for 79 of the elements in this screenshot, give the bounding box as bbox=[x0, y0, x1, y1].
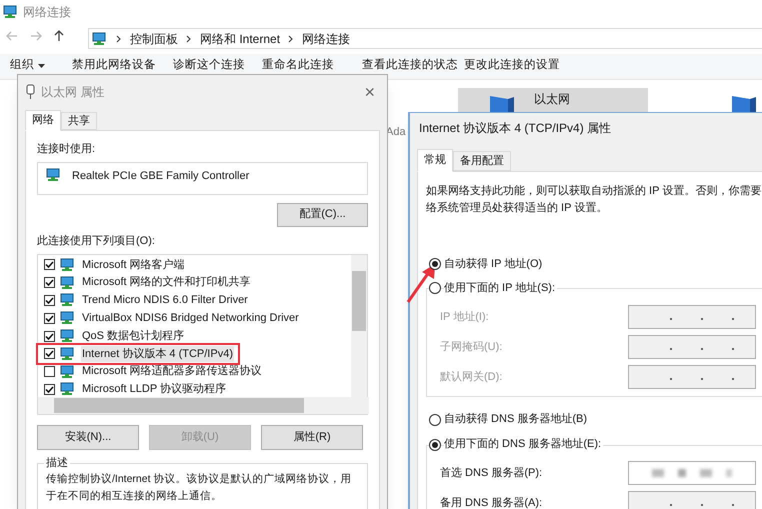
protocol-icon bbox=[60, 311, 76, 326]
chevron-icon bbox=[186, 34, 192, 42]
tab[interactable]: 常规 bbox=[417, 149, 453, 172]
protocol-icon bbox=[60, 276, 76, 290]
list-item[interactable]: QoS 数据包计划程序 bbox=[81, 328, 186, 344]
checkbox[interactable] bbox=[44, 384, 55, 395]
dialog-button[interactable]: 属性(R) bbox=[261, 425, 363, 450]
intro-text: 如果网络支持此功能，则可以获取自动指派的 IP 设置。否则，你需要 bbox=[426, 184, 762, 199]
toolbar-button[interactable]: 更改此连接的设置 bbox=[464, 57, 560, 74]
radio-button[interactable] bbox=[429, 258, 441, 270]
intro-text: 络系统管理员处获得适当的 IP 设置。 bbox=[426, 200, 608, 216]
radio-button[interactable] bbox=[429, 438, 441, 450]
list-item[interactable]: Microsoft 网络客户端 bbox=[81, 256, 186, 274]
checkbox[interactable] bbox=[44, 294, 55, 306]
checkbox[interactable] bbox=[44, 330, 55, 342]
checkbox[interactable] bbox=[44, 312, 55, 324]
close-button[interactable]: × bbox=[364, 83, 375, 101]
dialog-title: 以太网 属性 bbox=[41, 84, 104, 101]
radio-label[interactable]: 自动获得 IP 地址(O) bbox=[444, 256, 544, 272]
field-label: 子网掩码(U): bbox=[440, 340, 502, 355]
chevron-icon bbox=[116, 34, 122, 42]
caret-icon bbox=[38, 64, 45, 68]
tab[interactable]: 网络 bbox=[25, 110, 61, 131]
ip-field[interactable] bbox=[628, 365, 756, 389]
list-item[interactable]: Microsoft LLDP 协议驱动程序 bbox=[81, 381, 228, 398]
list-item[interactable]: Microsoft 网络适配器多路传送器协议 bbox=[81, 363, 263, 380]
checkbox[interactable] bbox=[44, 348, 55, 360]
list-item[interactable]: Internet 协议版本 4 (TCP/IPv4) bbox=[81, 346, 234, 362]
radio-button[interactable] bbox=[429, 282, 441, 294]
network-card-icon bbox=[46, 168, 62, 182]
list-item[interactable]: Trend Micro NDIS 6.0 Filter Driver bbox=[81, 292, 249, 309]
ip-field[interactable] bbox=[628, 335, 756, 359]
field-label: 备用 DNS 服务器(A): bbox=[440, 496, 542, 509]
toolbar-button[interactable]: 查看此连接的状态 bbox=[362, 57, 458, 74]
window-title: 网络连接 bbox=[23, 4, 71, 21]
tab[interactable]: 共享 bbox=[61, 112, 97, 130]
protocol-icon bbox=[60, 364, 76, 379]
checkbox[interactable] bbox=[44, 366, 55, 378]
field-label: 默认网关(D): bbox=[440, 370, 502, 385]
dns-field[interactable] bbox=[628, 461, 756, 485]
protocol-icon bbox=[60, 329, 76, 344]
toolbar-button[interactable]: 禁用此网络设备 bbox=[72, 57, 156, 74]
field-label: IP 地址(I): bbox=[440, 310, 489, 325]
network-folder-icon bbox=[3, 5, 19, 19]
ip-field[interactable] bbox=[628, 305, 756, 329]
radio-button[interactable] bbox=[429, 414, 441, 426]
connection-name: 以太网 bbox=[534, 91, 570, 108]
horizontal-scrollbar[interactable] bbox=[38, 397, 369, 414]
checkbox[interactable] bbox=[44, 277, 55, 288]
protocol-icon bbox=[60, 346, 76, 361]
list-item[interactable]: Microsoft 网络的文件和打印机共享 bbox=[81, 274, 252, 291]
up-arrow-icon[interactable] bbox=[54, 30, 64, 42]
protocol-icon bbox=[60, 382, 76, 396]
breadcrumb[interactable]: 网络和 Internet bbox=[200, 30, 280, 48]
radio-label[interactable]: 使用下面的 IP 地址(S): bbox=[444, 280, 558, 296]
toolbar-button[interactable]: 组织 bbox=[10, 57, 45, 74]
toolbar-button[interactable]: 重命名此连接 bbox=[262, 57, 334, 74]
breadcrumb[interactable]: 网络连接 bbox=[302, 30, 350, 48]
toolbar-button[interactable]: 诊断这个连接 bbox=[173, 57, 245, 74]
field-label: 首选 DNS 服务器(P): bbox=[440, 466, 542, 481]
section-label: 此连接使用下列项目(O): bbox=[37, 234, 156, 248]
dialog-button[interactable]: 安装(N)... bbox=[37, 425, 139, 450]
vertical-scrollbar[interactable] bbox=[351, 255, 367, 398]
list-item[interactable]: VirtualBox NDIS6 Bridged Networking Driver bbox=[81, 310, 300, 327]
protocol-icon bbox=[60, 258, 76, 272]
adapter-name: Realtek PCIe GBE Family Controller bbox=[72, 168, 250, 184]
tab[interactable]: 备用配置 bbox=[453, 151, 511, 171]
protocol-icon bbox=[60, 293, 76, 308]
chevron-icon bbox=[288, 34, 294, 42]
description-text: 于在不同的相互连接的网络上通信。 bbox=[46, 489, 222, 504]
network-cable-icon bbox=[26, 84, 35, 100]
control-panel-icon bbox=[92, 32, 108, 46]
description-text: 传输控制协议/Internet 协议。该协议是默认的广域网络协议，用 bbox=[46, 472, 352, 487]
breadcrumb[interactable]: 控制面板 bbox=[130, 30, 178, 48]
checkbox[interactable] bbox=[44, 259, 55, 270]
section-label: 连接时使用: bbox=[37, 142, 96, 157]
dns-field[interactable] bbox=[628, 491, 756, 509]
address-bar[interactable]: 控制面板 网络和 Internet 网络连接 bbox=[88, 28, 762, 49]
configure-button[interactable]: 配置(C)... bbox=[277, 202, 368, 226]
